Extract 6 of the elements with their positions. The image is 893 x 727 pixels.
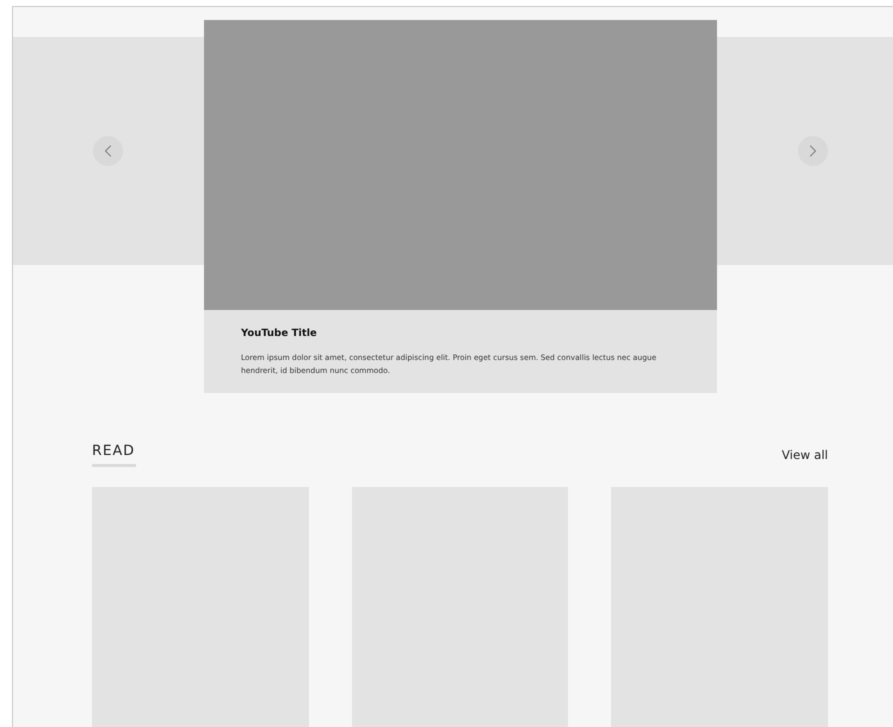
video-placeholder[interactable] (204, 20, 717, 310)
video-title: YouTube Title (241, 327, 318, 341)
section-heading: READ (92, 442, 136, 460)
view-all-link[interactable]: View all (782, 446, 828, 464)
next-button[interactable] (798, 136, 828, 166)
previous-button[interactable] (93, 136, 123, 166)
